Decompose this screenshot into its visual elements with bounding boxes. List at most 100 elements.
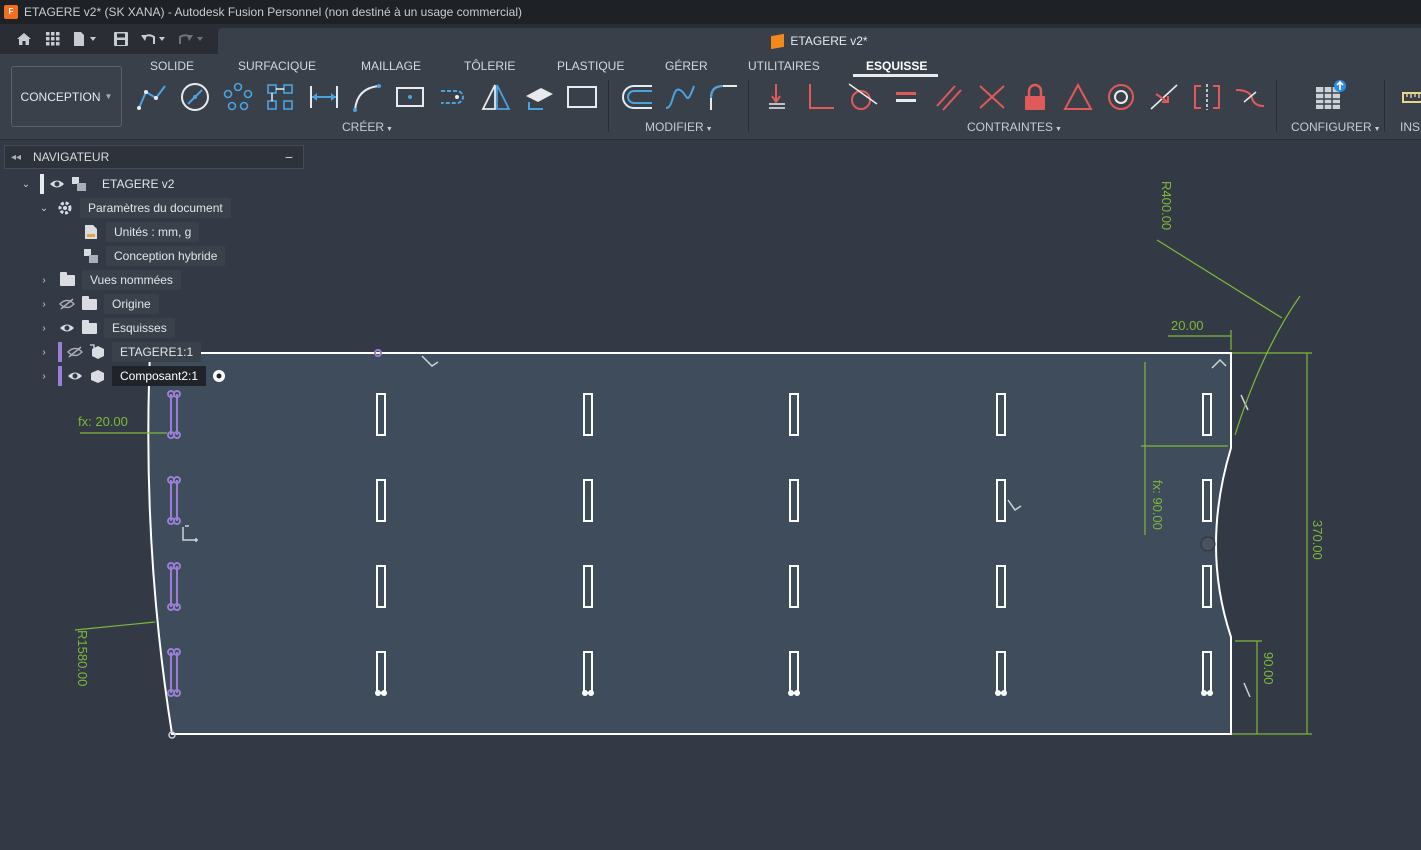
- dim-20-top[interactable]: 20.00: [1171, 318, 1204, 333]
- contraintes-label-text: CONTRAINTES: [967, 120, 1054, 134]
- curvature-constraint-icon[interactable]: [1233, 82, 1267, 112]
- browser-node-hybrid[interactable]: Conception hybride: [78, 246, 226, 266]
- browser-node-origin[interactable]: › Origine: [38, 294, 159, 314]
- hybrid-design-icon: [82, 248, 100, 264]
- configurer-group-label[interactable]: CONFIGURER ▼: [1291, 120, 1381, 134]
- inspecter-label-text: INS: [1400, 120, 1421, 134]
- minimize-icon[interactable]: −: [285, 149, 293, 165]
- browser-node-root[interactable]: ⌄ ETAGERE v2: [20, 174, 182, 194]
- text-frame-tool-icon[interactable]: [565, 82, 599, 112]
- circle-tool-icon[interactable]: [178, 82, 212, 112]
- slot-tool-icon[interactable]: [436, 82, 470, 112]
- creer-group-label[interactable]: CRÉER ▼: [342, 120, 393, 134]
- tab-plastique[interactable]: PLASTIQUE: [557, 59, 624, 73]
- lock-constraint-icon[interactable]: [1018, 82, 1052, 112]
- chevron-right-icon[interactable]: ›: [38, 275, 50, 286]
- chevron-down-icon[interactable]: ⌄: [20, 179, 32, 190]
- creer-label-text: CRÉER: [342, 120, 385, 134]
- perpendicular-constraint-icon[interactable]: [803, 82, 837, 112]
- tab-utilitaires[interactable]: UTILITAIRES: [748, 59, 820, 73]
- eye-icon[interactable]: [66, 368, 84, 384]
- active-tab-indicator: [853, 74, 938, 77]
- sketch-profile[interactable]: [148, 353, 1231, 734]
- home-icon[interactable]: [12, 28, 36, 50]
- eye-icon[interactable]: [48, 176, 66, 192]
- chevron-right-icon[interactable]: ›: [38, 371, 50, 382]
- triangle-constraint-icon[interactable]: [1061, 82, 1095, 112]
- browser-node-sketches[interactable]: › Esquisses: [38, 318, 175, 338]
- modifier-group-label[interactable]: MODIFIER ▼: [645, 120, 713, 134]
- arc-tool-icon[interactable]: [350, 82, 384, 112]
- dim-fx-20[interactable]: fx: 20.00: [78, 414, 128, 429]
- mirror-tool-icon[interactable]: [479, 82, 513, 112]
- parallel-constraint-icon[interactable]: [932, 82, 966, 112]
- units-label: Unités : mm, g: [106, 222, 200, 242]
- ribbon-separator: [748, 80, 749, 132]
- chevron-right-icon[interactable]: ›: [38, 299, 50, 310]
- document-tab[interactable]: ETAGERE v2*: [218, 28, 1421, 54]
- tab-solide[interactable]: SOLIDE: [150, 59, 194, 73]
- folder-icon: [80, 295, 98, 312]
- inspecter-group-label[interactable]: INS: [1400, 120, 1420, 134]
- dim-90[interactable]: 90.00: [1261, 652, 1276, 685]
- fillet-tool-icon[interactable]: [706, 82, 740, 112]
- offset-tool-icon[interactable]: [620, 82, 654, 112]
- eye-hidden-icon[interactable]: [66, 344, 84, 360]
- browser-node-units[interactable]: Unités : mm, g: [78, 222, 200, 242]
- fusion-app-icon: F: [4, 5, 18, 19]
- folder-icon: [58, 271, 76, 288]
- dim-370[interactable]: 370.00: [1310, 520, 1325, 560]
- ribbon-separator: [1384, 80, 1385, 132]
- active-marker: [40, 174, 44, 194]
- workspace-label: CONCEPTION: [20, 89, 101, 104]
- circular-pattern-icon[interactable]: [221, 82, 255, 112]
- window-title: ETAGERE v2* (SK XANA) - Autodesk Fusion …: [24, 5, 523, 19]
- equal-constraint-icon[interactable]: [889, 82, 923, 112]
- collinear-constraint-icon[interactable]: [1147, 82, 1181, 112]
- undo-icon[interactable]: [138, 28, 170, 50]
- chevron-down-icon[interactable]: ⌄: [38, 203, 50, 214]
- midpoint-constraint-icon[interactable]: [975, 82, 1009, 112]
- tab-esquisse[interactable]: ESQUISSE: [866, 59, 927, 73]
- measure-ruler-icon[interactable]: [1396, 82, 1421, 112]
- title-bar: F ETAGERE v2* (SK XANA) - Autodesk Fusio…: [0, 0, 1421, 24]
- chevron-right-icon[interactable]: ›: [38, 347, 50, 358]
- configurer-label-text: CONFIGURER: [1291, 120, 1372, 134]
- rectangle-tool-icon[interactable]: [393, 82, 427, 112]
- arc-center-icon[interactable]: [1200, 536, 1216, 552]
- navigator-title: NAVIGATEUR: [33, 150, 110, 164]
- workspace-switcher[interactable]: CONCEPTION ▼: [11, 66, 122, 127]
- tab-gerer[interactable]: GÉRER: [665, 59, 708, 73]
- concentric-constraint-icon[interactable]: [1104, 82, 1138, 112]
- modifier-label-text: MODIFIER: [645, 120, 704, 134]
- line-tool-icon[interactable]: [135, 82, 169, 112]
- tangent-constraint-icon[interactable]: [846, 82, 880, 112]
- tab-tolerie[interactable]: TÔLERIE: [464, 59, 515, 73]
- dim-r400[interactable]: R400.00: [1159, 181, 1174, 230]
- browser-node-named-views[interactable]: › Vues nommées: [38, 270, 181, 290]
- browser-node-composant2[interactable]: › Composant2:1: [38, 366, 228, 386]
- configure-table-icon[interactable]: [1313, 80, 1347, 110]
- rectangular-pattern-icon[interactable]: [264, 82, 298, 112]
- symmetry-constraint-icon[interactable]: [1190, 82, 1224, 112]
- activate-radio-icon[interactable]: [210, 368, 228, 384]
- tab-surfacique[interactable]: SURFACIQUE: [238, 59, 316, 73]
- coincident-constraint-icon[interactable]: [760, 82, 794, 112]
- browser-node-document-params[interactable]: ⌄ Paramètres du document: [38, 198, 231, 218]
- file-menu-icon[interactable]: [70, 28, 102, 50]
- project-tool-icon[interactable]: [522, 82, 556, 112]
- sketch-dimension-icon[interactable]: [307, 82, 341, 112]
- dim-r1580[interactable]: R1580.00: [75, 630, 90, 686]
- spline-tool-icon[interactable]: [663, 82, 697, 112]
- save-icon[interactable]: [110, 28, 132, 50]
- eye-hidden-icon[interactable]: [58, 296, 76, 312]
- dim-fx-90[interactable]: fx: 90.00: [1150, 480, 1165, 530]
- contraintes-group-label[interactable]: CONTRAINTES ▼: [967, 120, 1062, 134]
- tab-maillage[interactable]: MAILLAGE: [361, 59, 421, 73]
- collapse-panel-icon[interactable]: ◂◂: [11, 152, 25, 163]
- chevron-right-icon[interactable]: ›: [38, 323, 50, 334]
- browser-node-etagere1[interactable]: › ETAGERE1:1: [38, 342, 202, 362]
- eye-icon[interactable]: [58, 320, 76, 336]
- grid-apps-icon[interactable]: [42, 28, 64, 50]
- redo-icon[interactable]: [176, 28, 208, 50]
